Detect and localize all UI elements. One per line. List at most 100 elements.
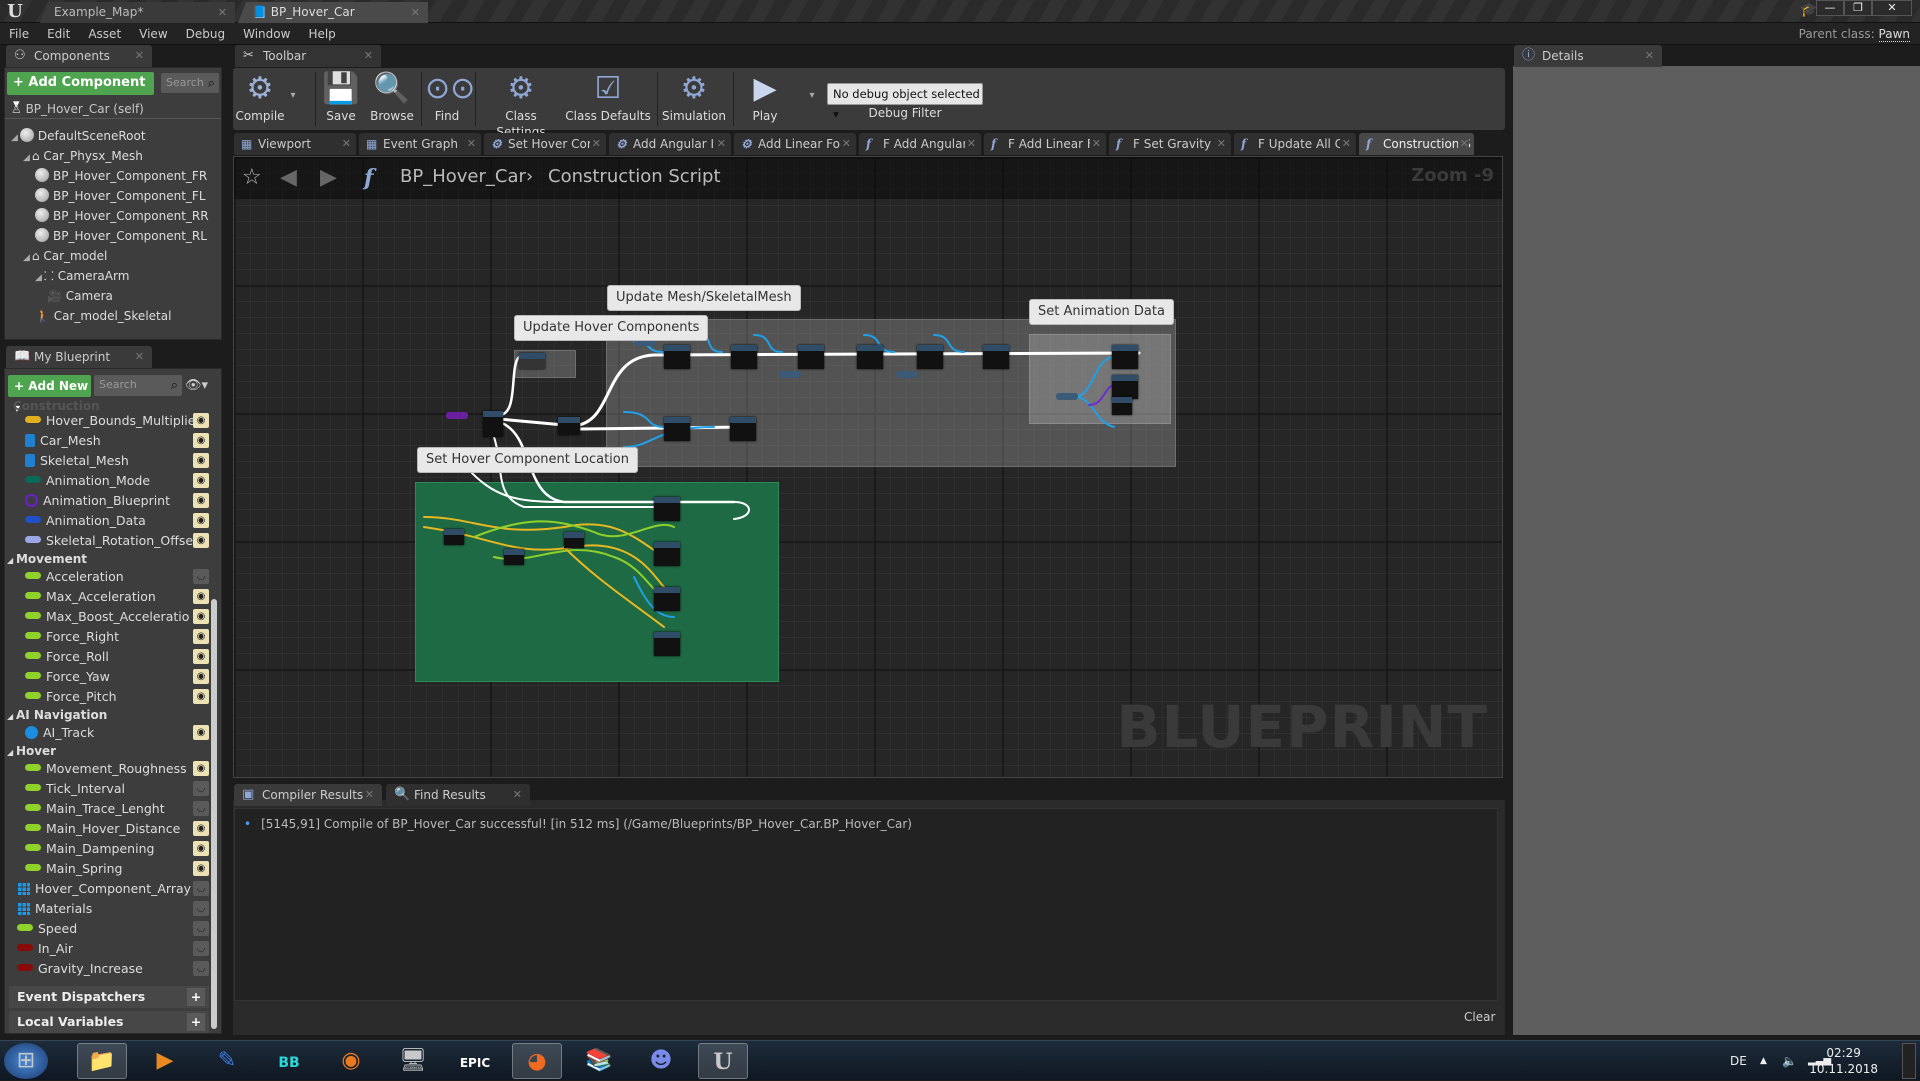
function-node[interactable] bbox=[1112, 345, 1138, 369]
variable-item[interactable]: Acceleration ◡ bbox=[9, 567, 209, 587]
comment-label-set-hover-location[interactable]: Set Hover Component Location bbox=[417, 447, 638, 473]
variable-item[interactable]: Hover_Component_Array ◡ bbox=[9, 879, 209, 899]
menu-asset[interactable]: Asset bbox=[79, 23, 130, 45]
eye-open-icon[interactable]: ◉ bbox=[193, 669, 209, 684]
taskbar-winrar[interactable]: 📚 bbox=[574, 1043, 624, 1079]
menu-file[interactable]: File bbox=[0, 23, 38, 45]
variable-getter-node[interactable] bbox=[446, 412, 468, 419]
menu-edit[interactable]: Edit bbox=[38, 23, 79, 45]
function-node[interactable] bbox=[731, 345, 757, 369]
eye-open-icon[interactable]: ◉ bbox=[193, 473, 209, 488]
category-header[interactable]: ◢ AI Navigation bbox=[7, 706, 107, 724]
scrollbar[interactable] bbox=[211, 599, 217, 1029]
close-icon[interactable]: ✕ bbox=[714, 133, 726, 155]
graph-tab[interactable]: ⚙ Add Linear Fo ✕ bbox=[734, 133, 856, 155]
eye-closed-icon[interactable]: ◡ bbox=[193, 941, 209, 956]
variable-item[interactable]: Movement_Roughness ◉ bbox=[9, 759, 209, 779]
expand-arrow-icon[interactable]: ◢ bbox=[7, 556, 16, 565]
menu-help[interactable]: Help bbox=[299, 23, 344, 45]
expand-arrow-icon[interactable]: ◢ bbox=[11, 133, 18, 143]
function-node[interactable] bbox=[654, 632, 680, 656]
expand-arrow-icon[interactable]: ◢ bbox=[7, 748, 16, 757]
eye-open-icon[interactable]: ◉ bbox=[193, 629, 209, 644]
taskbar-unreal[interactable]: U bbox=[698, 1043, 748, 1079]
variable-getter-node[interactable] bbox=[1056, 393, 1078, 400]
component-tree-item[interactable]: ◢ ⌂ Car_Physx_Mesh bbox=[23, 146, 143, 166]
taskbar-monitor[interactable]: 🖥 bbox=[388, 1043, 438, 1079]
component-tree-item[interactable]: BP_Hover_Component_FL bbox=[35, 186, 206, 206]
variable-item[interactable]: Animation_Mode ◉ bbox=[9, 471, 209, 491]
function-node[interactable] bbox=[1112, 397, 1132, 415]
variable-item[interactable]: Animation_Data ◉ bbox=[9, 511, 209, 531]
save-button[interactable]: 💾 Save bbox=[319, 70, 363, 128]
browse-button[interactable]: 🔍 Browse bbox=[367, 70, 417, 128]
function-node[interactable] bbox=[664, 345, 690, 369]
taskbar-epic-games[interactable]: EPIC bbox=[450, 1043, 500, 1079]
simulation-button[interactable]: ⚙ Simulation bbox=[661, 70, 727, 128]
variable-item[interactable]: Car_Mesh ◉ bbox=[9, 431, 209, 451]
variable-item[interactable]: Hover_Bounds_Multiplie ◉ bbox=[9, 411, 209, 431]
variable-item[interactable]: Tick_Interval ◡ bbox=[9, 779, 209, 799]
function-node[interactable] bbox=[654, 497, 680, 521]
minimize-button[interactable]: — bbox=[1816, 0, 1844, 16]
add-local-variable-button[interactable]: + bbox=[187, 1013, 205, 1031]
close-icon[interactable]: ✕ bbox=[1089, 133, 1101, 155]
menu-view[interactable]: View bbox=[130, 23, 176, 45]
doc-tab-bp-hover-car[interactable]: 📘 BP_Hover_Car ✕ bbox=[238, 2, 428, 23]
function-node[interactable] bbox=[1112, 375, 1138, 399]
doc-tab-example-map[interactable]: Example_Map* ✕ bbox=[40, 2, 235, 23]
self-item[interactable]: ♙ BP_Hover_Car (self) bbox=[5, 99, 221, 119]
variable-item[interactable]: Force_Pitch ◉ bbox=[9, 687, 209, 707]
graph-tab[interactable]: f Construction S ✕ bbox=[1359, 133, 1474, 155]
play-button[interactable]: ▶ Play bbox=[741, 70, 789, 128]
close-icon[interactable]: ✕ bbox=[1339, 133, 1351, 155]
close-icon[interactable]: ✕ bbox=[964, 133, 976, 155]
close-icon[interactable]: ✕ bbox=[839, 133, 851, 155]
function-node[interactable] bbox=[654, 587, 680, 611]
function-node[interactable] bbox=[504, 549, 524, 565]
variable-item[interactable]: Max_Boost_Acceleratio ◉ bbox=[9, 607, 209, 627]
close-icon[interactable]: ✕ bbox=[365, 784, 374, 806]
toolbar-tab[interactable]: ✂ Toolbar ✕ bbox=[235, 45, 381, 67]
menu-debug[interactable]: Debug bbox=[177, 23, 234, 45]
eye-closed-icon[interactable]: ◡ bbox=[193, 901, 209, 916]
eye-open-icon[interactable]: ◉ bbox=[193, 725, 209, 740]
graph-tab[interactable]: ⚙ Set Hover Com ✕ bbox=[484, 133, 606, 155]
show-hidden-icons-icon[interactable]: ▲ bbox=[1760, 1041, 1767, 1081]
function-node[interactable] bbox=[857, 345, 883, 369]
variable-item[interactable]: Force_Right ◉ bbox=[9, 627, 209, 647]
details-tab[interactable]: ⓘ Details ✕ bbox=[1514, 45, 1662, 67]
component-tree-item[interactable]: ◢ ⌂ Car_model bbox=[23, 246, 107, 266]
graph-tab[interactable]: f F Add Angular ✕ bbox=[859, 133, 981, 155]
taskbar-bb[interactable]: BB bbox=[264, 1043, 314, 1079]
variable-item[interactable]: Skeletal_Rotation_Offse ◉ bbox=[9, 531, 209, 551]
function-node[interactable] bbox=[654, 542, 680, 566]
menu-window[interactable]: Window bbox=[234, 23, 299, 45]
components-search-input[interactable]: Search ⌕ bbox=[161, 73, 219, 93]
sequence-node[interactable] bbox=[483, 411, 503, 437]
my-blueprint-tab[interactable]: 📖 My Blueprint ✕ bbox=[6, 346, 152, 368]
close-icon[interactable]: ✕ bbox=[464, 133, 476, 155]
variable-item[interactable]: Main_Dampening ◉ bbox=[9, 839, 209, 859]
component-tree-item[interactable]: ◢ DefaultSceneRoot bbox=[11, 126, 146, 146]
close-icon[interactable]: ✕ bbox=[1457, 133, 1469, 155]
close-icon[interactable]: ✕ bbox=[411, 2, 420, 23]
comment-label-update-hover[interactable]: Update Hover Components bbox=[514, 315, 709, 341]
parent-class-link[interactable]: Pawn bbox=[1878, 27, 1910, 42]
volume-icon[interactable]: 🔈 bbox=[1782, 1041, 1797, 1081]
close-icon[interactable]: ✕ bbox=[339, 133, 351, 155]
function-node[interactable] bbox=[564, 532, 584, 548]
component-tree-item[interactable]: 🎥 Camera bbox=[47, 286, 113, 306]
variable-item[interactable]: Main_Hover_Distance ◉ bbox=[9, 819, 209, 839]
compile-button[interactable]: ⚙ Compile bbox=[235, 70, 285, 128]
variable-item[interactable]: Speed ◡ bbox=[9, 919, 209, 939]
variable-item[interactable]: AI_Track ◉ bbox=[9, 723, 209, 743]
function-node[interactable] bbox=[798, 345, 824, 369]
eye-open-icon[interactable]: ◉ bbox=[193, 533, 209, 548]
blueprint-graph[interactable]: ☆ ◀ ▶ f BP_Hover_Car › Construction Scri… bbox=[233, 156, 1503, 778]
eye-open-icon[interactable]: ◉ bbox=[193, 589, 209, 604]
components-tab[interactable]: ⚇ Components ✕ bbox=[6, 45, 152, 67]
variable-item[interactable]: Max_Acceleration ◉ bbox=[9, 587, 209, 607]
component-tree-item[interactable]: ◢ ⸬ CameraArm bbox=[35, 266, 129, 286]
eye-open-icon[interactable]: ◉ bbox=[193, 689, 209, 704]
